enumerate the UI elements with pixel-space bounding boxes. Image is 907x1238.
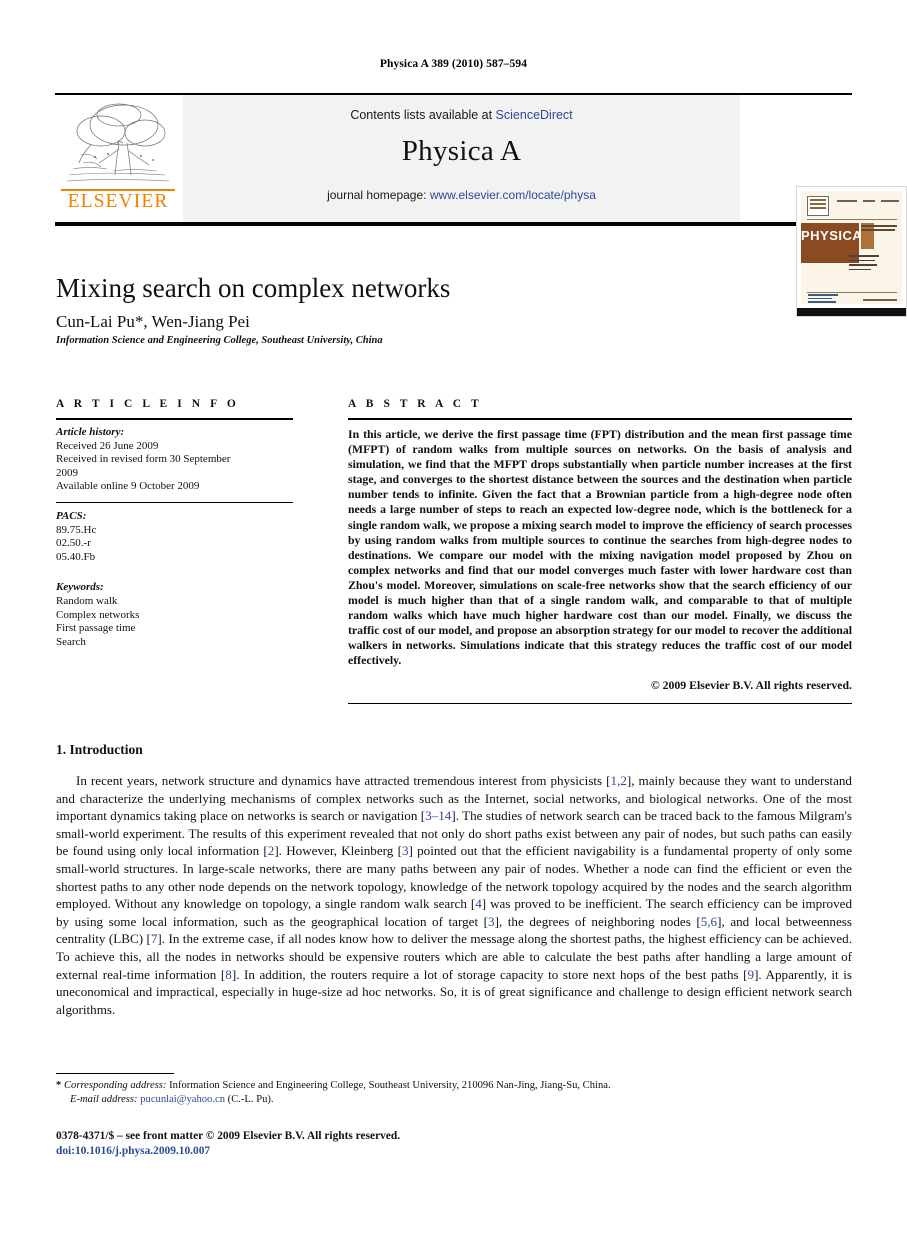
cover-footer-line (863, 299, 897, 301)
abstract-text: In this article, we derive the first pas… (348, 427, 852, 668)
homepage-link[interactable]: www.elsevier.com/locate/physa (430, 188, 596, 202)
pacs-code: 02.50.-r (56, 537, 91, 550)
cover-author-lines (849, 255, 885, 273)
imprint-block: 0378-4371/$ – see front matter © 2009 El… (56, 1129, 826, 1160)
doi-link[interactable]: doi:10.1016/j.physa.2009.10.007 (56, 1144, 826, 1159)
abstract-heading: A B S T R A C T (348, 398, 483, 410)
keyword-item: First passage time (56, 622, 136, 635)
pacs-label: PACS: (56, 509, 87, 522)
pacs-code: 05.40.Fb (56, 550, 96, 563)
article-history-label: Article history: (56, 426, 125, 438)
article-history-line: Received in revised form 30 September (56, 453, 231, 466)
introduction-paragraph: In recent years, network structure and d… (56, 772, 852, 1018)
article-history: Article history: Received 26 June 2009 R… (56, 426, 293, 494)
cover-top-rule (807, 219, 897, 220)
email-label: E-mail address: (70, 1094, 138, 1106)
elsevier-wordmark: ELSEVIER (67, 191, 169, 212)
footnote-block: * Corresponding address: Information Sci… (56, 1079, 826, 1108)
cover-subtitle-lines (861, 225, 901, 233)
cover-header-line (881, 200, 899, 202)
keyword-item: Search (56, 635, 86, 648)
affiliation: Information Science and Engineering Coll… (56, 335, 383, 346)
keyword-item: Complex networks (56, 608, 140, 621)
article-history-line: Received 26 June 2009 (56, 439, 159, 452)
email-suffix: (C.-L. Pu). (225, 1094, 274, 1106)
paper-page: Physica A 389 (2010) 587–594 ELSEVIER Co… (0, 0, 907, 1238)
page-title: Mixing search on complex networks (56, 273, 451, 303)
citation-link[interactable]: 5,6 (701, 914, 717, 929)
article-info-column: A R T I C L E I N F O Article history: R… (56, 398, 293, 649)
email-line: E-mail address: pucunlai@yahoo.cn (C.-L.… (56, 1093, 826, 1107)
cover-bottom-rule (807, 292, 897, 293)
citation-link[interactable]: 3–14 (425, 808, 451, 823)
cover-header-line (837, 200, 857, 202)
footnote-rule (56, 1073, 174, 1074)
email-link[interactable]: pucunlai@yahoo.cn (140, 1094, 225, 1105)
journal-masthead: ELSEVIER Contents lists available at Sci… (55, 93, 907, 317)
article-history-line: Available online 9 October 2009 (56, 480, 200, 493)
elsevier-logo: ELSEVIER (55, 95, 181, 222)
abstract-copyright: © 2009 Elsevier B.V. All rights reserved… (650, 677, 852, 692)
text-run: In recent years, network structure and d… (76, 773, 611, 788)
text-run: ], the degrees of neighboring nodes [ (494, 913, 701, 929)
info-abstract-block: A R T I C L E I N F O Article history: R… (56, 398, 852, 728)
journal-title: Physica A (401, 135, 522, 167)
footnote-star-marker: * (56, 1080, 62, 1091)
keywords-block: Keywords: Random walk Complex networks F… (56, 581, 293, 649)
issn-copyright-line: 0378-4371/$ – see front matter © 2009 El… (56, 1130, 401, 1142)
corresponding-address-line: * Corresponding address: Information Sci… (56, 1079, 826, 1093)
pacs-code: 89.75.Hc (56, 523, 97, 536)
cover-header-line (863, 200, 875, 202)
text-run: ]. However, Kleinberg [ (274, 843, 402, 859)
abstract-column: A B S T R A C T In this article, we deri… (348, 398, 852, 704)
contents-prefix: Contents lists available at (350, 108, 496, 122)
introduction-body: In recent years, network structure and d… (56, 772, 852, 1018)
section-heading-introduction: 1. Introduction (56, 742, 143, 757)
running-head: Physica A 389 (2010) 587–594 (379, 58, 528, 70)
corresponding-text: Information Science and Engineering Coll… (166, 1080, 611, 1091)
sciencedirect-link[interactable]: ScienceDirect (496, 108, 573, 122)
masthead-bottom-rule (55, 222, 852, 226)
homepage-prefix: journal homepage: (327, 188, 430, 202)
elsevier-tree-icon (66, 103, 170, 182)
article-info-separator (56, 501, 293, 503)
citation-link[interactable]: 1,2 (611, 773, 627, 788)
cover-emblem-icon (807, 196, 829, 216)
article-info-rule (56, 418, 293, 420)
author-list: Cun-Lai Pu*, Wen-Jiang Pei (56, 312, 250, 331)
keyword-item: Random walk (56, 594, 118, 607)
text-run: ]. In addition, the routers require a lo… (231, 966, 748, 982)
pacs-block: PACS: 89.75.Hc 02.50.-r 05.40.Fb (56, 510, 293, 564)
cover-title: PHYSICA (801, 223, 862, 249)
contents-available-line: Contents lists available at ScienceDirec… (183, 108, 740, 122)
journal-homepage-line: journal homepage: www.elsevier.com/locat… (183, 188, 740, 202)
abstract-rule (348, 418, 852, 420)
keywords-label: Keywords: (56, 581, 104, 594)
cover-page: PHYSICA (801, 191, 902, 304)
article-info-heading: A R T I C L E I N F O (56, 398, 240, 410)
corresponding-label: Corresponding address: (63, 1080, 167, 1091)
article-history-line: 2009 (56, 466, 78, 479)
masthead-center-panel: Contents lists available at ScienceDirec… (183, 95, 740, 222)
abstract-bottom-rule (348, 702, 852, 704)
